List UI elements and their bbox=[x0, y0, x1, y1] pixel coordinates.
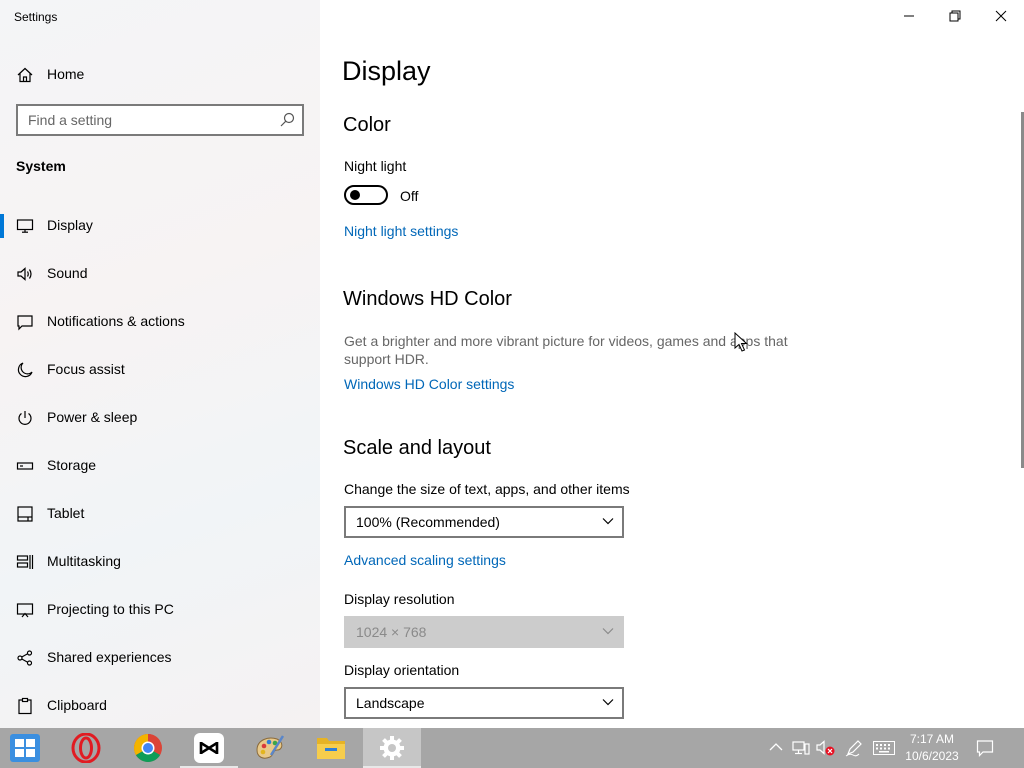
advanced-scaling-link[interactable]: Advanced scaling settings bbox=[344, 552, 506, 568]
sidebar-item-label: Notifications & actions bbox=[47, 313, 185, 329]
restore-icon bbox=[949, 10, 961, 22]
sidebar-item-label: Focus assist bbox=[47, 361, 125, 377]
hd-color-heading: Windows HD Color bbox=[343, 288, 512, 310]
action-center-icon[interactable] bbox=[976, 739, 994, 757]
shared-experiences-icon bbox=[17, 650, 33, 666]
taskbar-clock[interactable]: 7:17 AM 10/6/2023 bbox=[902, 731, 962, 765]
restore-button[interactable] bbox=[932, 0, 978, 32]
minimize-icon bbox=[904, 15, 914, 17]
multitasking-icon bbox=[16, 555, 34, 569]
sidebar-item-label: Display bbox=[47, 217, 93, 233]
sidebar-item-label: Storage bbox=[47, 457, 97, 473]
sidebar-item-label: Sound bbox=[47, 265, 88, 281]
sidebar-item-shared-experiences[interactable]: Shared experiences bbox=[0, 637, 320, 685]
sidebar-item-label: Tablet bbox=[47, 505, 85, 521]
orientation-dropdown[interactable]: Landscape bbox=[344, 687, 624, 719]
notification-icon bbox=[17, 315, 33, 331]
search-icon bbox=[280, 112, 295, 127]
network-icon[interactable] bbox=[792, 739, 810, 757]
sidebar-item-label: Power & sleep bbox=[47, 409, 138, 425]
chrome-icon bbox=[134, 734, 162, 762]
taskbar-opera[interactable] bbox=[57, 728, 115, 768]
taskbar-paint[interactable] bbox=[241, 728, 299, 768]
taskbar-chrome[interactable] bbox=[119, 728, 177, 768]
paint-icon bbox=[256, 735, 285, 759]
night-light-state: Off bbox=[400, 188, 419, 204]
clipboard-icon bbox=[18, 697, 32, 715]
app-title: Settings bbox=[14, 10, 58, 24]
main-content: Display Color Night light Off Night ligh… bbox=[320, 0, 1024, 728]
power-icon bbox=[18, 411, 32, 425]
scale-value: 100% (Recommended) bbox=[356, 514, 500, 530]
orientation-label: Display orientation bbox=[344, 662, 460, 678]
orientation-value: Landscape bbox=[356, 695, 425, 711]
sidebar-item-multitasking[interactable]: Multitasking bbox=[0, 541, 320, 589]
volume-muted-icon[interactable] bbox=[816, 739, 836, 757]
sidebar-item-label: Projecting to this PC bbox=[47, 601, 174, 617]
sidebar: Settings Home Find a setting System Disp… bbox=[0, 0, 320, 728]
tablet-icon bbox=[17, 506, 33, 522]
sidebar-item-sound[interactable]: Sound bbox=[0, 253, 320, 301]
chevron-up-icon[interactable] bbox=[769, 742, 783, 752]
text-size-label: Change the size of text, apps, and other… bbox=[344, 481, 630, 497]
home-label: Home bbox=[47, 66, 85, 82]
sidebar-item-label: Clipboard bbox=[47, 697, 107, 713]
start-button[interactable] bbox=[0, 728, 50, 768]
taskbar-capcut[interactable] bbox=[180, 728, 238, 768]
color-heading: Color bbox=[343, 114, 391, 136]
night-light-toggle[interactable] bbox=[344, 185, 388, 205]
monitor-icon bbox=[16, 219, 34, 233]
home-icon bbox=[17, 67, 33, 83]
projecting-icon bbox=[16, 603, 34, 618]
sidebar-item-projecting[interactable]: Projecting to this PC bbox=[0, 589, 320, 637]
taskbar-settings[interactable] bbox=[363, 728, 421, 768]
opera-icon bbox=[71, 733, 101, 763]
resolution-value: 1024 × 768 bbox=[356, 624, 427, 640]
file-explorer-icon bbox=[317, 738, 345, 759]
hd-color-settings-link[interactable]: Windows HD Color settings bbox=[344, 376, 514, 392]
pen-icon[interactable] bbox=[845, 739, 863, 757]
scale-dropdown[interactable]: 100% (Recommended) bbox=[344, 506, 624, 538]
storage-icon bbox=[16, 462, 34, 470]
moon-icon bbox=[17, 362, 33, 378]
sidebar-item-notifications[interactable]: Notifications & actions bbox=[0, 301, 320, 349]
section-title: System bbox=[16, 158, 66, 174]
sidebar-item-focus-assist[interactable]: Focus assist bbox=[0, 349, 320, 397]
search-placeholder: Find a setting bbox=[28, 112, 113, 128]
close-button[interactable] bbox=[978, 0, 1024, 32]
minimize-button[interactable] bbox=[886, 0, 932, 32]
chevron-down-icon bbox=[602, 699, 614, 706]
night-light-label: Night light bbox=[344, 158, 407, 174]
sidebar-item-storage[interactable]: Storage bbox=[0, 445, 320, 493]
keyboard-icon[interactable] bbox=[873, 741, 895, 755]
start-icon bbox=[10, 734, 40, 762]
sidebar-item-tablet[interactable]: Tablet bbox=[0, 493, 320, 541]
capcut-icon bbox=[194, 733, 224, 763]
clock-date: 10/6/2023 bbox=[905, 749, 959, 763]
sidebar-item-power-sleep[interactable]: Power & sleep bbox=[0, 397, 320, 445]
resolution-dropdown[interactable]: 1024 × 768 bbox=[344, 616, 624, 648]
sidebar-item-label: Multitasking bbox=[47, 553, 121, 569]
home-button[interactable]: Home bbox=[0, 58, 320, 90]
toggle-knob bbox=[350, 190, 360, 200]
night-light-settings-link[interactable]: Night light settings bbox=[344, 223, 458, 239]
settings-icon bbox=[380, 736, 404, 760]
sidebar-item-label: Shared experiences bbox=[47, 649, 172, 665]
search-input[interactable]: Find a setting bbox=[16, 104, 304, 136]
sidebar-item-display[interactable]: Display bbox=[0, 205, 320, 253]
chevron-down-icon bbox=[602, 628, 614, 635]
taskbar-file-explorer[interactable] bbox=[302, 728, 360, 768]
close-icon bbox=[995, 10, 1007, 22]
resolution-label: Display resolution bbox=[344, 591, 455, 607]
speaker-icon bbox=[17, 267, 32, 281]
taskbar: 7:17 AM 10/6/2023 bbox=[0, 728, 1024, 768]
sidebar-item-clipboard[interactable]: Clipboard bbox=[0, 685, 320, 728]
page-title: Display bbox=[342, 56, 431, 86]
scale-layout-heading: Scale and layout bbox=[343, 437, 491, 459]
clock-time: 7:17 AM bbox=[909, 732, 955, 746]
sidebar-nav: Display Sound Notifications & actions Fo… bbox=[0, 205, 320, 728]
chevron-down-icon bbox=[602, 518, 614, 525]
mouse-cursor-icon bbox=[734, 332, 748, 352]
